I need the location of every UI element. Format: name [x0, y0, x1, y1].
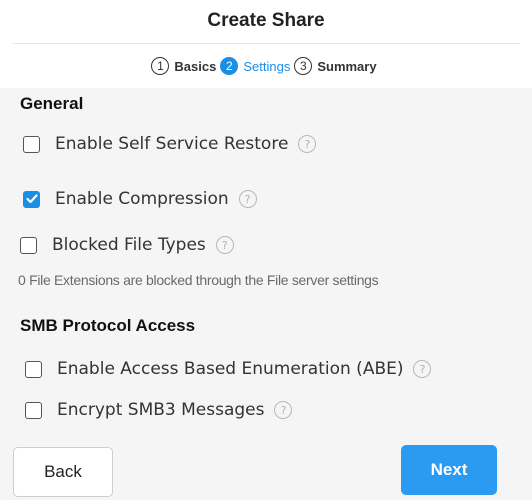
step-basics[interactable]: 1 Basics	[151, 57, 216, 75]
abe-checkbox[interactable]	[25, 360, 42, 378]
compression-label: Enable Compression	[55, 189, 229, 209]
step-number-2: 2	[220, 57, 239, 75]
option-self-service-restore[interactable]: Enable Self Service Restore ?	[23, 134, 317, 154]
option-blocked-file-types[interactable]: Blocked File Types ?	[20, 235, 234, 255]
wizard-steps: 1 Basics 2 Settings 3 Summary	[0, 44, 532, 88]
abe-label: Enable Access Based Enumeration (ABE)	[57, 359, 404, 379]
step-settings[interactable]: 2 Settings	[220, 57, 290, 75]
step-label-basics: Basics	[174, 58, 217, 74]
blocked-extensions-note: 0 File Extensions are blocked through th…	[18, 272, 379, 288]
step-number-3: 3	[294, 57, 313, 75]
step-summary[interactable]: 3 Summary	[294, 57, 377, 75]
step-label-summary: Summary	[317, 58, 377, 74]
dialog-header: Create Share	[0, 0, 532, 44]
help-icon[interactable]: ?	[298, 135, 317, 153]
checkmark-icon	[25, 194, 38, 204]
self-service-restore-checkbox[interactable]	[23, 135, 40, 153]
blocked-file-types-label: Blocked File Types	[52, 235, 206, 255]
help-icon[interactable]: ?	[413, 360, 432, 378]
encrypt-smb3-checkbox[interactable]	[25, 401, 42, 419]
help-icon[interactable]: ?	[215, 236, 234, 254]
self-service-restore-label: Enable Self Service Restore	[55, 134, 289, 154]
step-label-settings: Settings	[243, 58, 291, 74]
option-abe[interactable]: Enable Access Based Enumeration (ABE) ?	[25, 359, 432, 379]
next-button[interactable]: Next	[401, 445, 497, 495]
blocked-file-types-checkbox[interactable]	[20, 236, 37, 254]
compression-checkbox[interactable]	[23, 190, 40, 208]
help-icon[interactable]: ?	[274, 401, 293, 419]
section-title-general: General	[20, 94, 84, 113]
dialog-title: Create Share	[207, 10, 325, 31]
back-button[interactable]: Back	[13, 447, 113, 497]
option-compression[interactable]: Enable Compression ?	[23, 189, 257, 209]
option-encrypt-smb3[interactable]: Encrypt SMB3 Messages ?	[25, 400, 293, 420]
step-number-1: 1	[151, 57, 170, 75]
encrypt-smb3-label: Encrypt SMB3 Messages	[57, 400, 265, 420]
help-icon[interactable]: ?	[238, 190, 257, 208]
section-title-smb: SMB Protocol Access	[20, 316, 196, 335]
